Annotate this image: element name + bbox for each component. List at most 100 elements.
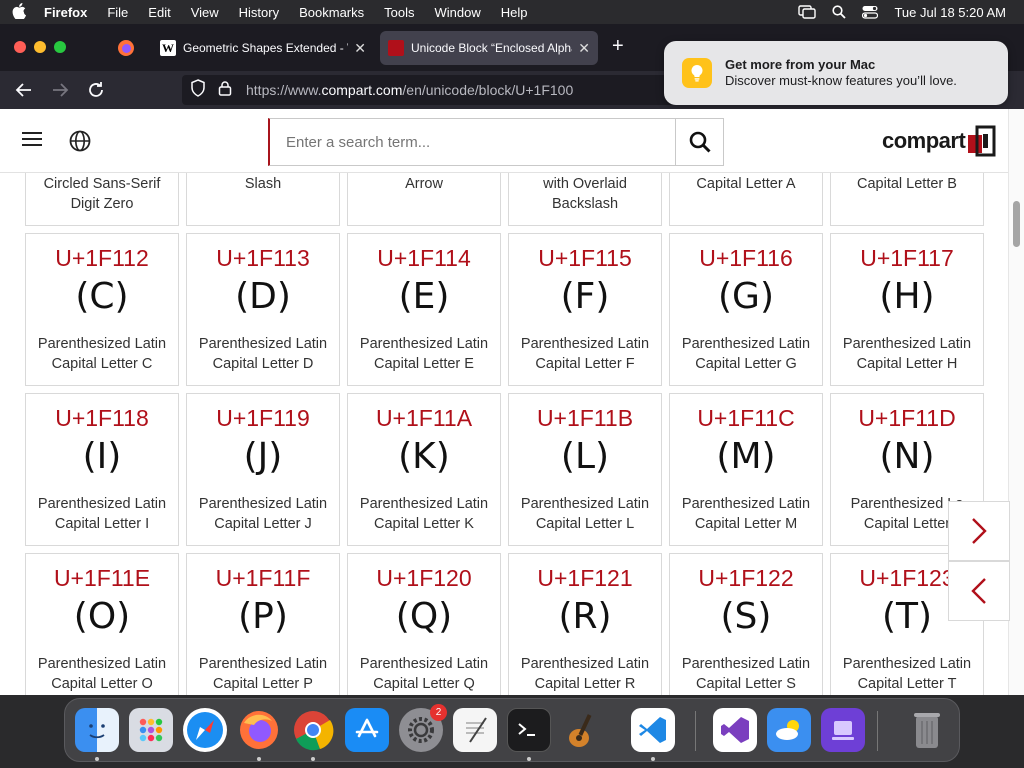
character-card[interactable]: U+1F11C (M) Parenthesized Latin Capital Let… bbox=[669, 393, 823, 546]
character-card[interactable]: U+1F116 (G) Parenthesized Latin Capital Let… bbox=[669, 233, 823, 386]
card-glyph: (J) bbox=[243, 436, 283, 477]
card-codepoint: U+1F11E bbox=[53, 565, 151, 591]
vscode-icon[interactable] bbox=[631, 708, 675, 752]
search-input[interactable] bbox=[270, 119, 675, 165]
firefox-view-icon[interactable] bbox=[117, 39, 135, 62]
card-glyph: (H) bbox=[879, 276, 935, 317]
card-name-line1: with Overlaid bbox=[543, 176, 627, 192]
macos-dock: 2 bbox=[64, 698, 960, 762]
card-codepoint: U+1F115 bbox=[538, 245, 632, 271]
web-page: compart Circled Sans-Serif Digit Zero Sla… bbox=[0, 109, 1024, 695]
card-codepoint: U+1F121 bbox=[537, 565, 633, 591]
character-card[interactable]: U+1F119 (J) Parenthesized Latin Capital Let… bbox=[186, 393, 340, 546]
card-name-line2: Capital Letter G bbox=[695, 356, 797, 372]
reload-icon[interactable] bbox=[86, 80, 106, 105]
card-name-line1: Circled Sans-Serif bbox=[43, 176, 161, 192]
system-settings-icon[interactable]: 2 bbox=[399, 704, 447, 752]
card-name-line1: Arrow bbox=[405, 176, 443, 192]
page-scrollbar[interactable] bbox=[1008, 109, 1024, 695]
url-text[interactable]: https://www.compart.com/en/unicode/block… bbox=[246, 82, 573, 98]
card-glyph: (F) bbox=[560, 276, 610, 317]
card-glyph: (K) bbox=[398, 436, 450, 477]
chrome-icon[interactable] bbox=[291, 708, 335, 752]
finder-icon[interactable] bbox=[75, 708, 119, 752]
character-card[interactable]: U+1F112 (C) Parenthesized Latin Capital Let… bbox=[25, 233, 179, 386]
menu-edit[interactable]: Edit bbox=[138, 5, 180, 20]
card-name-line2: Capital Letter C bbox=[51, 356, 153, 372]
tab-label: Geometric Shapes Extended - W bbox=[183, 41, 349, 55]
launchpad-icon[interactable] bbox=[129, 708, 173, 752]
window-zoom-button[interactable] bbox=[54, 41, 66, 53]
safari-icon[interactable] bbox=[183, 708, 227, 752]
running-indicator bbox=[95, 757, 99, 761]
logo-mark-icon bbox=[968, 125, 996, 157]
search-button[interactable] bbox=[675, 119, 723, 165]
close-tab-icon[interactable]: ✕ bbox=[578, 40, 590, 57]
tracking-protection-icon[interactable] bbox=[190, 78, 206, 102]
firefox-icon[interactable] bbox=[237, 708, 281, 752]
character-card[interactable]: U+1F11F (P) Parenthesized Latin Capital Let… bbox=[186, 553, 340, 695]
card-codepoint: U+1F119 bbox=[216, 405, 310, 431]
menu-clock[interactable]: Tue Jul 18 5:20 AM bbox=[894, 5, 1006, 20]
character-card[interactable]: U+1F11A (K) Parenthesized Latin Capital Let… bbox=[347, 393, 501, 546]
trash-icon[interactable] bbox=[905, 708, 949, 752]
card-name-line1: Parenthesized Latin bbox=[681, 336, 811, 352]
textedit-icon[interactable] bbox=[453, 708, 497, 752]
previous-page-button[interactable] bbox=[948, 561, 1010, 621]
card-name-line2: Capital Letter E bbox=[374, 356, 474, 372]
menu-bookmarks[interactable]: Bookmarks bbox=[289, 5, 374, 20]
character-card[interactable]: U+1F121 (R) Parenthesized Latin Capital Let… bbox=[508, 553, 662, 695]
notification-badge: 2 bbox=[430, 704, 447, 721]
character-card[interactable]: U+1F122 (S) Parenthesized Latin Capital Let… bbox=[669, 553, 823, 695]
terminal-icon[interactable] bbox=[507, 708, 551, 752]
lock-icon[interactable] bbox=[218, 80, 232, 101]
menu-help[interactable]: Help bbox=[491, 5, 538, 20]
compart-favicon bbox=[388, 40, 404, 56]
character-card[interactable]: U+1F115 (F) Parenthesized Latin Capital Let… bbox=[508, 233, 662, 386]
menu-history[interactable]: History bbox=[229, 5, 289, 20]
menu-file[interactable]: File bbox=[97, 5, 138, 20]
window-minimize-button[interactable] bbox=[34, 41, 46, 53]
visual-studio-icon[interactable] bbox=[713, 708, 757, 752]
close-tab-icon[interactable]: ✕ bbox=[354, 40, 366, 57]
simulator-icon[interactable] bbox=[821, 708, 865, 752]
character-card[interactable]: U+1F113 (D) Parenthesized Latin Capital Let… bbox=[186, 233, 340, 386]
card-name-line2: Capital Letter I bbox=[54, 516, 150, 532]
card-codepoint: U+1F11D bbox=[858, 405, 956, 431]
card-name-line1: Parenthesized Latin bbox=[198, 656, 328, 672]
weather-icon[interactable] bbox=[767, 708, 811, 752]
next-page-button[interactable] bbox=[948, 501, 1010, 561]
spotlight-search-icon[interactable] bbox=[832, 5, 847, 19]
screen-mirroring-icon[interactable] bbox=[798, 5, 817, 19]
app-store-icon[interactable] bbox=[345, 708, 389, 752]
character-card[interactable]: U+1F114 (E) Parenthesized Latin Capital Let… bbox=[347, 233, 501, 386]
language-globe-icon[interactable] bbox=[69, 130, 91, 157]
menu-app-name[interactable]: Firefox bbox=[38, 5, 97, 20]
menu-tools[interactable]: Tools bbox=[374, 5, 424, 20]
character-card[interactable]: U+1F11E (O) Parenthesized Latin Capital Let… bbox=[25, 553, 179, 695]
new-tab-icon[interactable]: + bbox=[612, 35, 624, 58]
chevron-left-icon bbox=[971, 578, 986, 604]
back-icon[interactable] bbox=[14, 80, 34, 105]
tab-geometric-shapes[interactable]: W Geometric Shapes Extended - W ✕ bbox=[152, 31, 374, 65]
tab-unicode-block-active[interactable]: Unicode Block “Enclosed Alphan ✕ bbox=[380, 31, 598, 65]
apple-menu-icon[interactable] bbox=[0, 2, 38, 22]
forward-icon[interactable] bbox=[50, 80, 70, 105]
card-name-line1: Parenthesized Latin bbox=[842, 656, 972, 672]
window-close-button[interactable] bbox=[14, 41, 26, 53]
menu-window[interactable]: Window bbox=[425, 5, 491, 20]
lightbulb-icon bbox=[682, 58, 712, 88]
character-card[interactable]: U+1F11B (L) Parenthesized Latin Capital Let… bbox=[508, 393, 662, 546]
card-glyph: (C) bbox=[75, 276, 129, 317]
hamburger-menu-icon[interactable] bbox=[22, 131, 42, 152]
compart-logo[interactable]: compart bbox=[882, 125, 996, 157]
character-card[interactable]: U+1F120 (Q) Parenthesized Latin Capital Let… bbox=[347, 553, 501, 695]
control-center-icon[interactable] bbox=[862, 5, 879, 19]
character-card[interactable]: U+1F117 (H) Parenthesized Latin Capital Let… bbox=[830, 233, 984, 386]
garageband-icon[interactable] bbox=[561, 708, 605, 752]
character-card[interactable]: U+1F118 (I) Parenthesized Latin Capital Let… bbox=[25, 393, 179, 546]
scrollbar-thumb[interactable] bbox=[1013, 201, 1020, 247]
card-glyph: (D) bbox=[235, 276, 291, 317]
menu-view[interactable]: View bbox=[181, 5, 229, 20]
macos-notification[interactable]: Get more from your Mac Discover must-kno… bbox=[664, 41, 1008, 105]
